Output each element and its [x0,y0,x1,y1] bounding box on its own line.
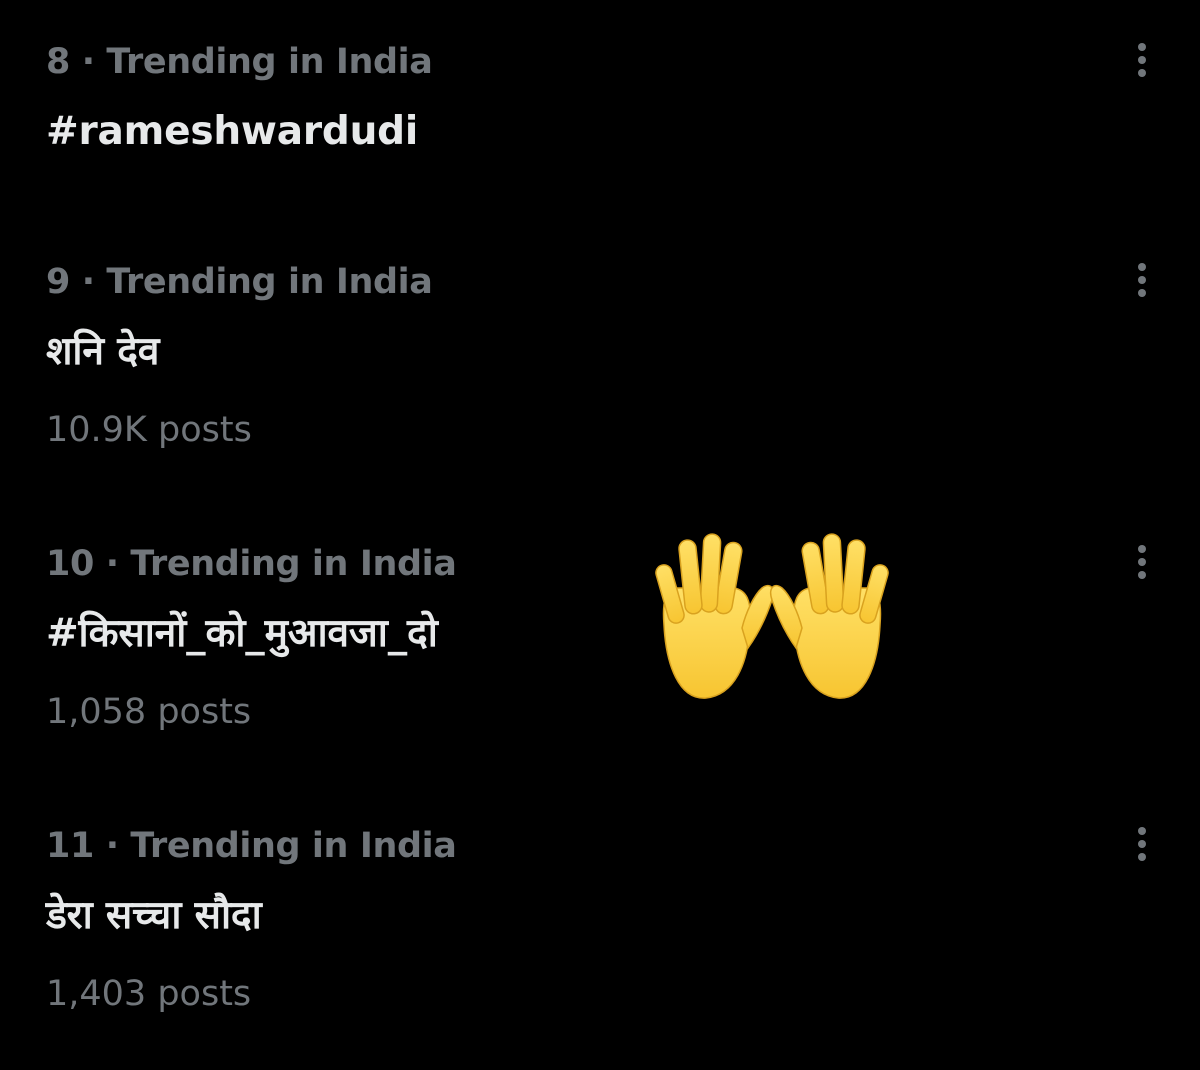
trend-title[interactable]: #किसानों_को_मुआवजा_दो [46,609,438,659]
trend-item[interactable]: 11 · Trending in India डेरा सच्चा सौदा 1… [0,784,1200,1066]
trend-meta: 9 · Trending in India [46,262,433,302]
more-vertical-icon [1138,43,1146,77]
trend-item[interactable]: 10 · Trending in India #किसानों_को_मुआवज… [0,502,1200,784]
more-options-button[interactable] [1122,40,1162,84]
right-hand-icon [770,533,889,699]
more-vertical-icon [1138,827,1146,861]
trend-meta: 11 · Trending in India [46,826,457,866]
more-vertical-icon [1138,545,1146,579]
more-options-button[interactable] [1122,260,1162,304]
more-options-button[interactable] [1122,824,1162,868]
left-hand-icon [655,533,774,699]
trend-post-count: 10.9K posts [46,410,252,450]
trend-title[interactable]: डेरा सच्चा सौदा [46,891,262,941]
trend-meta: 10 · Trending in India [46,544,457,584]
trend-post-count: 1,403 posts [46,974,252,1014]
trend-title[interactable]: #rameshwardudi [46,107,418,157]
trend-title[interactable]: शनि देव [46,327,159,377]
more-vertical-icon [1138,263,1146,297]
trend-post-count: 1,058 posts [46,692,252,732]
more-options-button[interactable] [1122,542,1162,586]
trend-item[interactable]: 9 · Trending in India शनि देव 10.9K post… [0,220,1200,502]
trend-meta: 8 · Trending in India [46,42,433,82]
raised-hands-emoji [655,533,889,699]
